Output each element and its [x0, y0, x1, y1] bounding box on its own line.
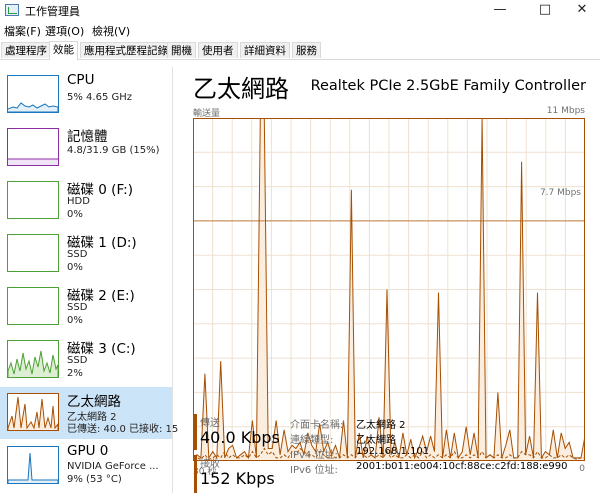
cpu-graph-icon	[7, 75, 59, 113]
sidebar-item-name: CPU	[67, 72, 95, 88]
sidebar-item-type: SSD	[67, 302, 88, 313]
sidebar-item-usage: 0%	[67, 209, 83, 220]
info-label: 介面卡名稱:	[290, 420, 344, 431]
throughput-chart-svg	[192, 117, 586, 461]
throughput-chart: 7.7 Mbps	[192, 117, 586, 461]
sidebar-item-usage: 0%	[67, 315, 83, 326]
sidebar-item-type: SSD	[67, 249, 88, 260]
sidebar-item-name: 磁碟 2 (E:)	[67, 288, 135, 304]
info-label: 連線類型:	[290, 435, 334, 446]
disk-graph-icon	[7, 287, 59, 325]
task-manager-icon	[5, 4, 19, 16]
sidebar-item-usage: 9% (53 °C)	[67, 474, 122, 485]
disk-graph-icon	[7, 181, 59, 219]
gpu-graph-icon	[7, 446, 59, 484]
sidebar-item-ethernet[interactable]: 乙太網路 乙太網路 2 已傳送: 40.0 已接收: 15	[0, 387, 178, 439]
sidebar-item-usage: 2%	[67, 368, 83, 379]
menu-file[interactable]: 檔案(F)	[4, 23, 41, 39]
sidebar-item-name: 磁碟 0 (F:)	[67, 182, 133, 198]
sidebar-item-cpu[interactable]: CPU 5% 4.65 GHz	[0, 69, 172, 121]
tab-details[interactable]: 詳細資料	[240, 42, 290, 58]
max-scale-label: 11 Mbps	[546, 106, 585, 116]
tab-users[interactable]: 使用者	[198, 42, 238, 58]
info-value: 乙太網路 2	[356, 420, 406, 431]
receive-indicator	[194, 455, 197, 493]
resource-sidebar: CPU 5% 4.65 GHz 記憶體 4.8/31.9 GB (15%) 磁碟…	[0, 67, 178, 493]
sidebar-item-name: 磁碟 3 (C:)	[67, 341, 136, 357]
info-value: 192.168.1.101	[356, 446, 430, 457]
sidebar-item-type: HDD	[67, 196, 90, 207]
info-label: IPv4 位址:	[290, 450, 338, 461]
menu-options[interactable]: 選項(O)	[45, 23, 84, 39]
tab-services[interactable]: 服務	[292, 42, 321, 58]
tab-processes[interactable]: 處理程序	[1, 42, 51, 58]
disk-graph-icon	[7, 234, 59, 272]
send-indicator	[194, 414, 197, 450]
sidebar-item-disk-1[interactable]: 磁碟 1 (D:) SSD 0%	[0, 228, 172, 280]
ethernet-graph-icon	[7, 393, 59, 431]
memory-graph-icon	[7, 128, 59, 166]
adapter-name: Realtek PCIe 2.5GbE Family Controller	[310, 78, 586, 94]
threshold-label: 7.7 Mbps	[539, 188, 581, 198]
sidebar-item-disk-0[interactable]: 磁碟 0 (F:) HDD 0%	[0, 175, 172, 227]
disk-graph-icon	[7, 340, 59, 378]
sidebar-item-name: GPU 0	[67, 443, 109, 459]
send-value: 40.0 Kbps	[200, 428, 280, 447]
sidebar-item-detail: 5% 4.65 GHz	[67, 92, 133, 103]
receive-value: 152 Kbps	[200, 469, 275, 488]
minimize-button[interactable]: —	[480, 0, 520, 22]
sidebar-item-model: NVIDIA GeForce ...	[67, 461, 159, 472]
sidebar-item-disk-2[interactable]: 磁碟 2 (E:) SSD 0%	[0, 281, 172, 333]
sidebar-item-memory[interactable]: 記憶體 4.8/31.9 GB (15%)	[0, 122, 172, 174]
sidebar-item-gpu[interactable]: GPU 0 NVIDIA GeForce ... 9% (53 °C)	[0, 440, 172, 492]
window-title: 工作管理員	[25, 5, 80, 18]
title-bar: 工作管理員 — □ ✕	[0, 0, 600, 22]
sidebar-item-usage: 0%	[67, 262, 83, 273]
close-button[interactable]: ✕	[562, 0, 600, 22]
sidebar-item-detail: 4.8/31.9 GB (15%)	[67, 145, 160, 156]
menu-bar: 檔案(F) 選項(O) 檢視(V)	[0, 22, 600, 39]
info-label: IPv6 位址:	[290, 465, 338, 476]
tab-bar: 處理程序 效能 應用程式歷程記錄 開機 使用者 詳細資料 服務	[0, 40, 600, 60]
info-value: 2001:b011:e004:10cf:88ce:c2fd:188:e990	[356, 461, 568, 472]
maximize-button[interactable]: □	[525, 0, 565, 22]
menu-view[interactable]: 檢視(V)	[92, 23, 130, 39]
sidebar-item-name: 磁碟 1 (D:)	[67, 235, 137, 251]
sidebar-item-disk-3[interactable]: 磁碟 3 (C:) SSD 2%	[0, 334, 172, 386]
sidebar-item-traffic: 已傳送: 40.0 已接收: 15	[67, 424, 179, 435]
sidebar-item-name: 記憶體	[67, 129, 108, 145]
tab-performance[interactable]: 效能	[49, 41, 78, 60]
tab-startup[interactable]: 開機	[167, 42, 196, 58]
sidebar-item-name: 乙太網路	[67, 394, 121, 410]
tab-app-history[interactable]: 應用程式歷程記錄	[80, 42, 172, 58]
page-title: 乙太網路	[193, 75, 289, 103]
send-label: 傳送	[200, 418, 220, 429]
min-scale-label: 0	[579, 464, 585, 474]
info-value: 乙太網路	[356, 435, 396, 446]
sidebar-item-type: SSD	[67, 355, 88, 366]
receive-label: 接收	[200, 459, 220, 470]
